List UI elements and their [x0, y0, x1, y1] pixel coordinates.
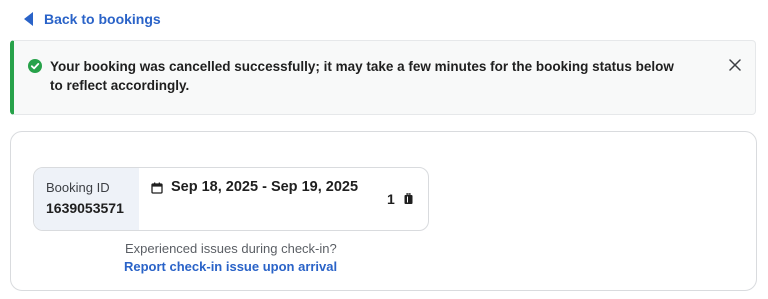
luggage-icon [404, 192, 413, 210]
booking-card: Booking ID 1639053571 Sep 18, 2025 - Sep… [10, 131, 757, 291]
booking-date-range: Sep 18, 2025 - Sep 19, 2025 [171, 179, 359, 195]
success-alert: Your booking was cancelled successfully;… [10, 40, 756, 115]
booking-id-value: 1639053571 [46, 200, 124, 216]
close-icon[interactable] [729, 58, 741, 76]
back-link-label: Back to bookings [44, 11, 161, 27]
guest-count: 1 [387, 191, 395, 207]
booking-id-label: Booking ID [46, 180, 110, 195]
booking-id-panel: Booking ID 1639053571 [34, 168, 139, 230]
booking-summary[interactable]: Booking ID 1639053571 Sep 18, 2025 - Sep… [33, 167, 429, 231]
report-checkin-issue-link[interactable]: Report check-in issue upon arrival [124, 259, 337, 274]
calendar-icon [151, 181, 163, 199]
back-to-bookings-link[interactable]: Back to bookings [24, 9, 161, 29]
booking-dates-panel: Sep 18, 2025 - Sep 19, 2025 1 [139, 168, 428, 230]
check-circle-icon [28, 59, 42, 78]
back-arrow-icon [24, 12, 34, 26]
alert-message: Your booking was cancelled successfully;… [50, 59, 674, 93]
checkin-issue-question: Experienced issues during check-in? [125, 241, 337, 256]
